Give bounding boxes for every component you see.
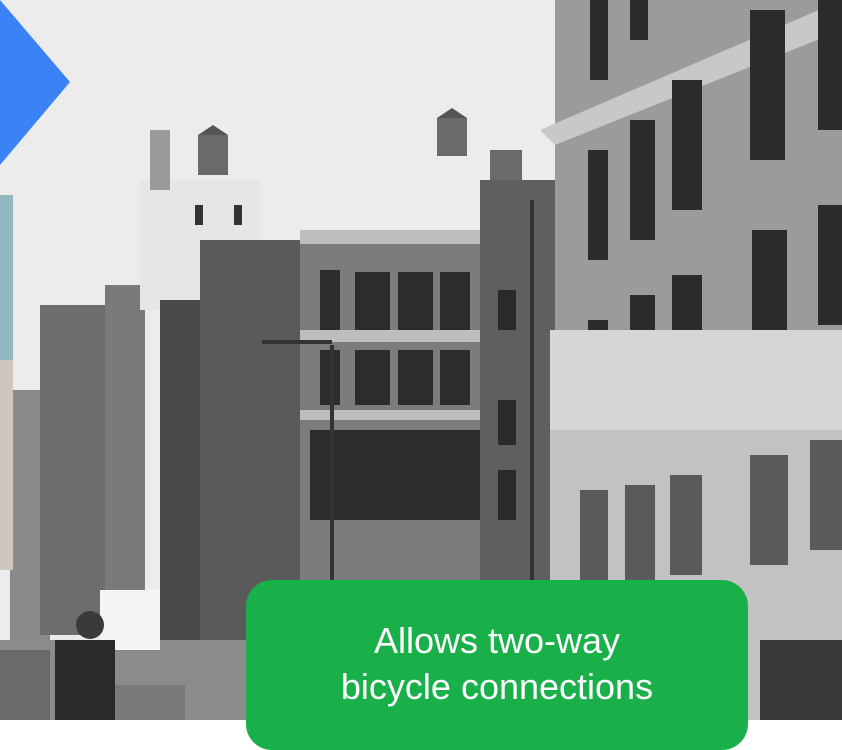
- callout-line-1: Allows two-way: [373, 620, 621, 661]
- chevron-right-icon: [0, 0, 70, 165]
- callout-box: Allows two-way bicycle connections: [246, 580, 748, 750]
- color-strip-tan: [0, 360, 13, 570]
- color-strip-teal: [0, 195, 13, 360]
- callout-line-2: bicycle connections: [340, 666, 654, 707]
